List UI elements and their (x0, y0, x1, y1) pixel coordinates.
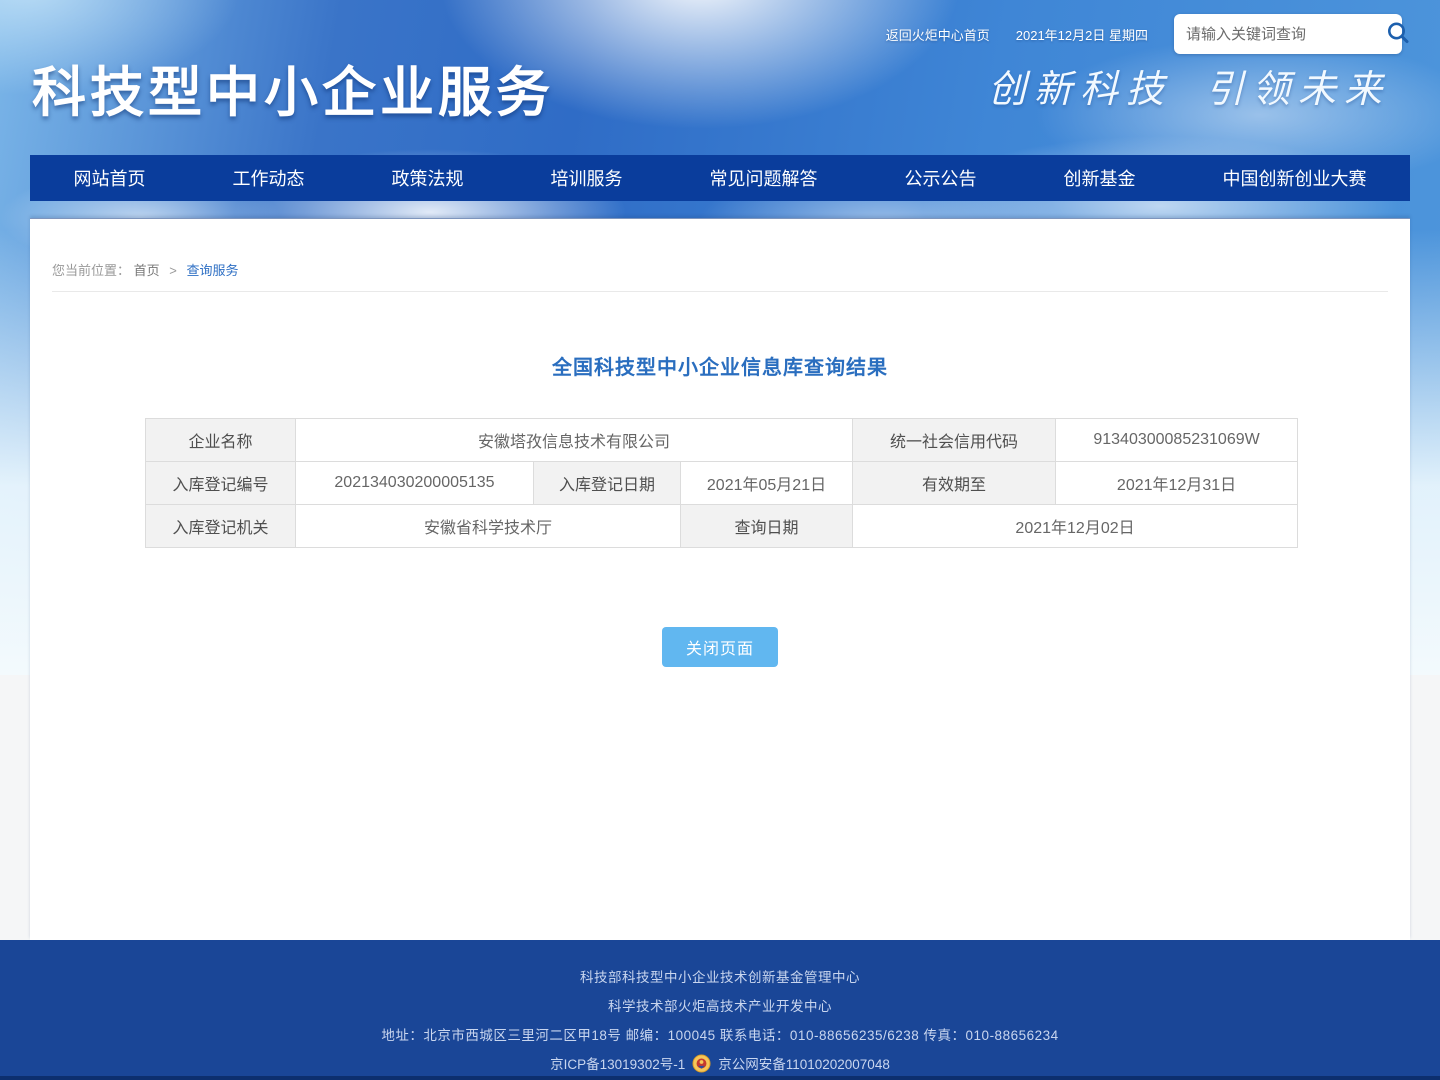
icp-license-link[interactable]: 京ICP备13019302号-1 (550, 1053, 685, 1073)
table-row: 入库登记编号 202134030200005135 入库登记日期 2021年05… (146, 462, 1298, 505)
nav-item-policies[interactable]: 政策法规 (392, 165, 464, 191)
breadcrumb-divider (52, 291, 1388, 292)
table-row: 入库登记机关 安徽省科学技术厅 查询日期 2021年12月02日 (146, 505, 1298, 548)
police-badge-icon (692, 1054, 711, 1073)
footer: 科技部科技型中小企业技术创新基金管理中心 科学技术部火炬高技术产业开发中心 地址… (0, 940, 1440, 1080)
main-nav: 网站首页 工作动态 政策法规 培训服务 常见问题解答 公示公告 创新基金 中国创… (30, 155, 1410, 201)
registration-number-label: 入库登记编号 (146, 462, 296, 505)
query-result-table: 企业名称 安徽塔孜信息技术有限公司 统一社会信用代码 9134030008523… (145, 418, 1298, 548)
nav-item-home[interactable]: 网站首页 (74, 165, 146, 191)
current-date: 2021年12月2日 星期四 (1016, 25, 1148, 44)
registration-date-value: 2021年05月21日 (681, 462, 853, 505)
query-date-value: 2021年12月02日 (853, 505, 1298, 548)
company-name-label: 企业名称 (146, 419, 296, 462)
query-date-label: 查询日期 (681, 505, 853, 548)
search-button[interactable] (1385, 19, 1411, 49)
nav-item-competition[interactable]: 中国创新创业大赛 (1223, 165, 1367, 191)
valid-until-value: 2021年12月31日 (1056, 462, 1298, 505)
nav-item-innovation-fund[interactable]: 创新基金 (1064, 165, 1136, 191)
nav-item-work-news[interactable]: 工作动态 (233, 165, 305, 191)
registration-authority-label: 入库登记机关 (146, 505, 296, 548)
close-page-button[interactable]: 关闭页面 (662, 627, 778, 667)
site-slogan: 创新科技引领未来 (988, 58, 1390, 113)
slogan-part1: 创新科技 (988, 67, 1172, 111)
breadcrumb-prefix: 您当前位置： (52, 263, 130, 278)
footer-icp-line: 京ICP备13019302号-1 京公网安备11010202007048 (550, 1053, 890, 1073)
table-row: 企业名称 安徽塔孜信息技术有限公司 统一社会信用代码 9134030008523… (146, 419, 1298, 462)
nav-item-announcements[interactable]: 公示公告 (905, 165, 977, 191)
company-name-value: 安徽塔孜信息技术有限公司 (296, 419, 853, 462)
valid-until-label: 有效期至 (853, 462, 1056, 505)
breadcrumb-home-link[interactable]: 首页 (134, 263, 160, 278)
registration-authority-value: 安徽省科学技术厅 (296, 505, 681, 548)
page-title: 全国科技型中小企业信息库查询结果 (30, 351, 1410, 380)
public-security-record-link[interactable]: 京公网安备11010202007048 (718, 1053, 890, 1073)
credit-code-value: 91340300085231069W (1056, 419, 1298, 462)
footer-address-line: 地址：北京市西城区三里河二区甲18号 邮编：100045 联系电话：010-88… (381, 1024, 1058, 1044)
footer-org-line1: 科技部科技型中小企业技术创新基金管理中心 (580, 966, 860, 986)
content-panel: 您当前位置： 首页 > 查询服务 全国科技型中小企业信息库查询结果 企业名称 安… (30, 218, 1410, 940)
footer-org-line2: 科学技术部火炬高技术产业开发中心 (608, 995, 832, 1015)
registration-number-value: 202134030200005135 (296, 462, 534, 505)
credit-code-label: 统一社会信用代码 (853, 419, 1056, 462)
page: 返回火炬中心首页 2021年12月2日 星期四 科技型中小企业服务 创新科技引领… (0, 0, 1440, 1080)
registration-date-label: 入库登记日期 (534, 462, 681, 505)
slogan-part2: 引领未来 (1206, 67, 1390, 111)
breadcrumb-separator: > (169, 263, 177, 278)
top-utility-bar: 返回火炬中心首页 2021年12月2日 星期四 (886, 14, 1402, 54)
site-logo: 科技型中小企业服务 (32, 48, 554, 127)
search-icon (1385, 20, 1411, 49)
torch-center-home-link[interactable]: 返回火炬中心首页 (886, 25, 990, 44)
breadcrumb-current-link[interactable]: 查询服务 (187, 263, 239, 278)
search-input[interactable] (1186, 26, 1385, 43)
search-box (1174, 14, 1402, 54)
breadcrumb: 您当前位置： 首页 > 查询服务 (52, 260, 239, 279)
nav-item-faq[interactable]: 常见问题解答 (710, 165, 818, 191)
nav-item-training[interactable]: 培训服务 (551, 165, 623, 191)
